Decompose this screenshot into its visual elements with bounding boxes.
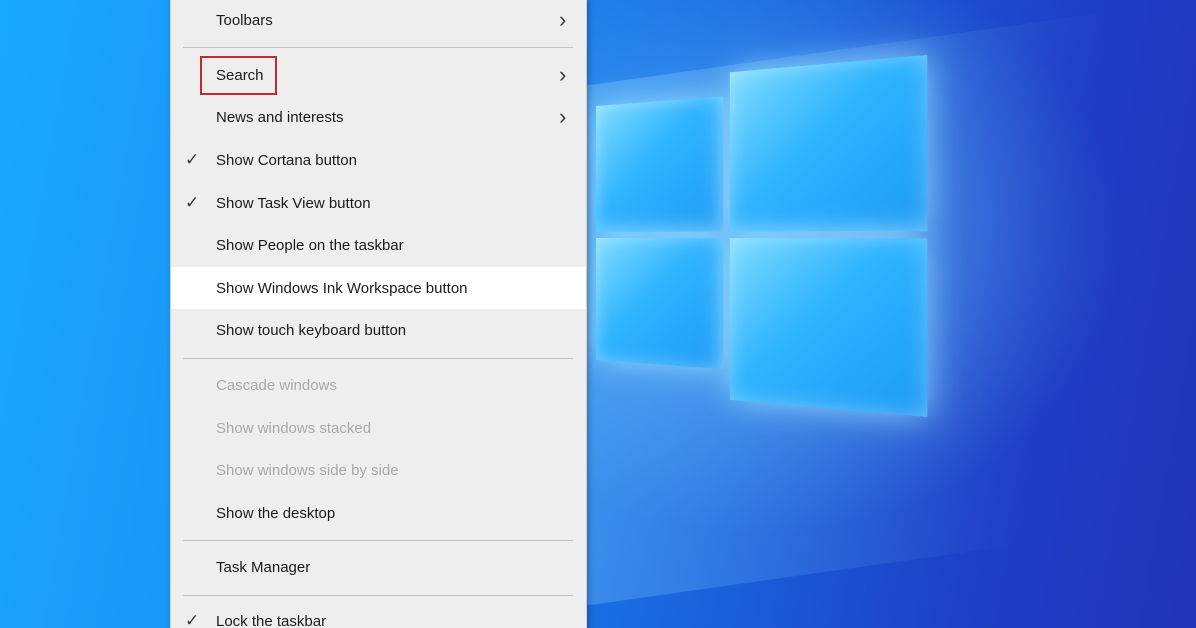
- menu-item-task-manager[interactable]: Task Manager: [171, 548, 586, 586]
- menu-item-label: Show touch keyboard button: [216, 321, 407, 339]
- menu-separator: [183, 358, 573, 359]
- search-highlight-box: [200, 56, 277, 95]
- menu-item-show-the-desktop[interactable]: Show the desktop: [171, 494, 586, 532]
- chevron-right-icon: ›: [559, 104, 567, 129]
- chevron-right-icon: ›: [559, 7, 567, 32]
- menu-item-label: Show windows side by side: [216, 461, 399, 479]
- menu-item-label: Show Task View button: [216, 194, 371, 212]
- menu-item-label: News and interests: [216, 108, 344, 126]
- menu-item-show-people-on-taskbar[interactable]: Show People on the taskbar: [171, 226, 586, 264]
- menu-item-show-touch-keyboard-button[interactable]: Show touch keyboard button: [171, 311, 586, 349]
- checkmark-icon: ✓: [185, 193, 200, 212]
- menu-item-toolbars[interactable]: Toolbars ›: [171, 1, 586, 39]
- menu-item-cascade-windows: Cascade windows: [171, 366, 586, 404]
- windows-logo-pane-top-left: [596, 96, 724, 233]
- windows-logo-pane-bottom-right: [729, 238, 928, 418]
- taskbar-context-menu: Toolbars › Search › News and interests ›…: [170, 0, 587, 628]
- menu-item-label: Show Cortana button: [216, 151, 357, 169]
- menu-item-show-task-view-button[interactable]: ✓ Show Task View button: [171, 184, 586, 222]
- windows-logo-pane-top-right: [729, 54, 928, 232]
- menu-item-label: Show windows stacked: [216, 419, 372, 437]
- checkmark-icon: ✓: [185, 150, 200, 169]
- menu-item-label: Toolbars: [216, 11, 273, 29]
- menu-item-show-cortana-button[interactable]: ✓ Show Cortana button: [171, 141, 586, 179]
- menu-item-label: Show Windows Ink Workspace button: [216, 279, 468, 297]
- menu-item-label: Lock the taskbar: [216, 612, 327, 628]
- menu-item-lock-the-taskbar[interactable]: ✓ Lock the taskbar: [171, 602, 586, 628]
- checkmark-icon: ✓: [185, 611, 200, 628]
- menu-separator: [183, 595, 573, 596]
- menu-item-news-and-interests[interactable]: News and interests ›: [171, 98, 586, 136]
- menu-item-show-windows-stacked: Show windows stacked: [171, 409, 586, 447]
- menu-item-show-windows-ink-workspace-button[interactable]: Show Windows Ink Workspace button: [171, 267, 586, 309]
- menu-item-label: Task Manager: [216, 558, 311, 576]
- windows-logo-icon: [596, 54, 928, 418]
- chevron-right-icon: ›: [559, 62, 567, 87]
- menu-item-label: Cascade windows: [216, 376, 337, 394]
- menu-item-label: Show People on the taskbar: [216, 236, 404, 254]
- menu-item-show-windows-side-by-side: Show windows side by side: [171, 451, 586, 489]
- windows-logo-pane-bottom-left: [596, 238, 724, 370]
- menu-item-label: Show the desktop: [216, 504, 336, 522]
- menu-separator: [183, 47, 573, 48]
- menu-separator: [183, 540, 573, 541]
